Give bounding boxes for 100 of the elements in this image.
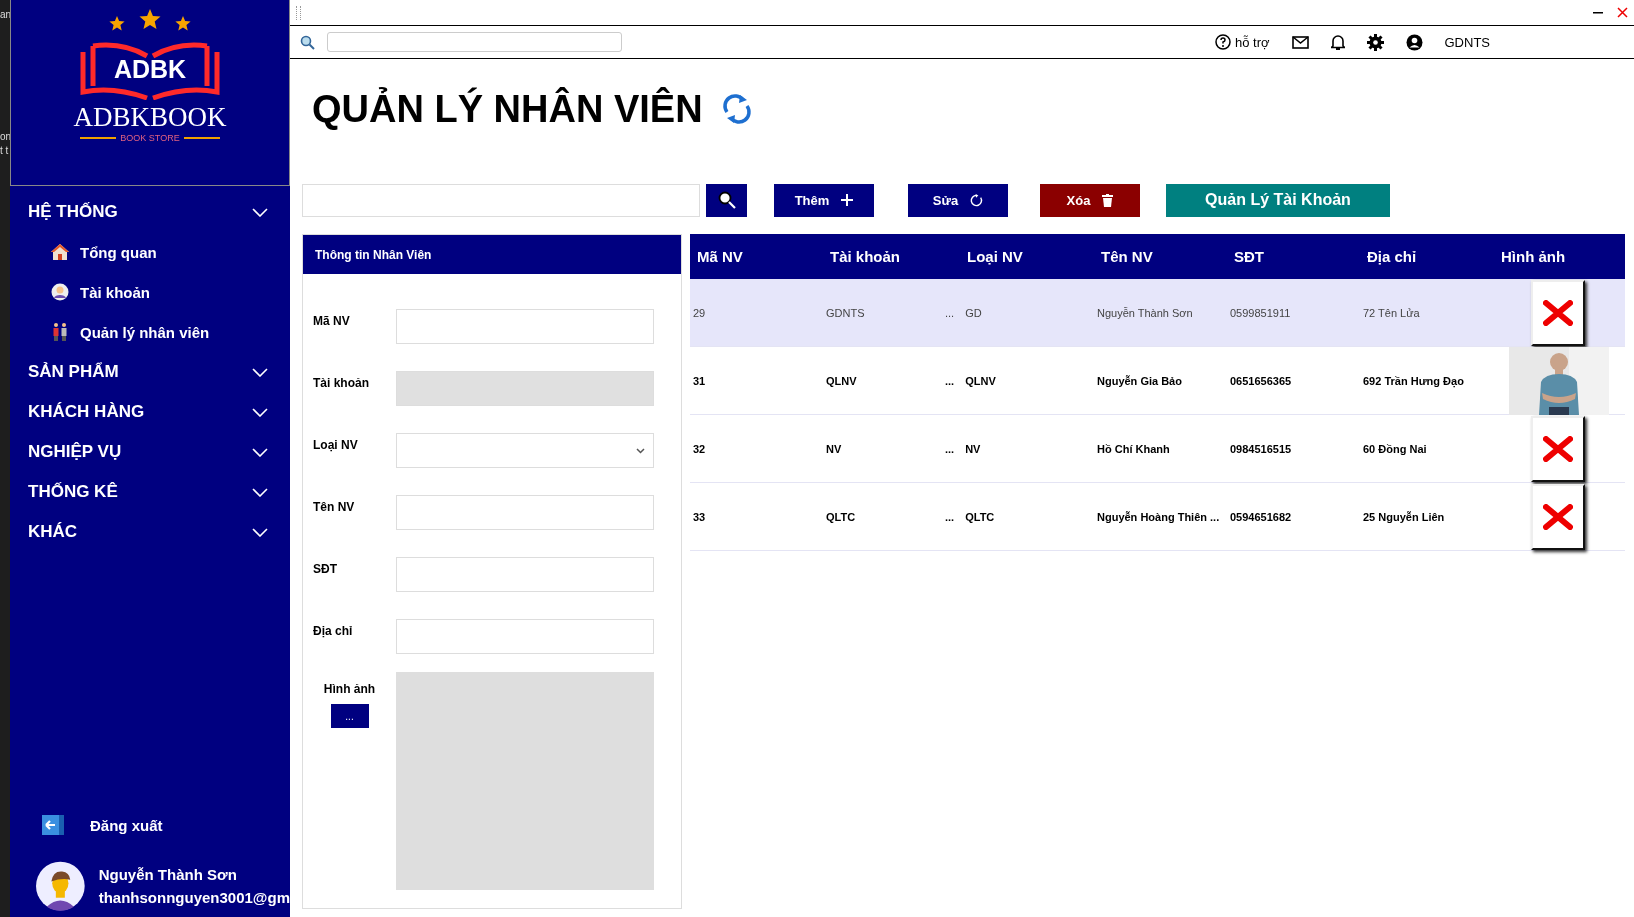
column-header[interactable]: Tên NV — [1094, 248, 1227, 265]
avatar-icon — [50, 283, 70, 301]
nav-section[interactable]: THỐNG KÊ — [10, 472, 290, 512]
chevron-down-icon — [252, 207, 268, 217]
table-cell-text: 0651656365 — [1229, 374, 1292, 387]
input-field[interactable] — [396, 557, 654, 592]
ellipsis-text: ... — [944, 510, 955, 523]
table-row[interactable]: 33 QLTC ... QLTC Nguyễn Hoàng Thiên ... 0594651682 25 Nguyễn Liên — [690, 483, 1625, 551]
table-cell-text: 25 Nguyễn Liên — [1362, 510, 1445, 523]
logout-button[interactable]: Đăng xuất — [10, 815, 290, 835]
delete-button[interactable]: Xóa — [1040, 183, 1140, 217]
table-cell-text: QLTC — [964, 510, 995, 523]
column-header[interactable]: SĐT — [1227, 248, 1360, 265]
table-cell-text: GDNTS — [825, 306, 865, 319]
table-cell-text: 72 Tên Lửa — [1362, 306, 1420, 319]
chevron-down-icon — [252, 487, 268, 497]
broken-image-icon — [1531, 483, 1585, 550]
table-cell-text: 692 Trần Hưng Đạo — [1362, 374, 1464, 387]
user-email: thanhsonnguyen3001@gm — [98, 889, 290, 906]
table-row[interactable]: 32 NV ... NV Hồ Chí Khanh 0984516515 60 Đồng Nai — [690, 415, 1625, 483]
search-field[interactable] — [327, 32, 622, 52]
field-label: Mã NV — [313, 313, 351, 330]
house-icon — [50, 243, 70, 261]
chevron-down-icon — [252, 367, 268, 377]
accounts-button[interactable]: Quản Lý Tài Khoản — [1166, 183, 1390, 217]
chevron-down-icon — [636, 447, 645, 454]
table-row[interactable]: 31 QLNV ... QLNV Nguyễn Gia Bảo 0651656365 692 Trần Hưng Đạo — [690, 347, 1625, 415]
broken-image-icon — [1531, 415, 1585, 482]
nav-section[interactable]: KHÁCH HÀNG — [10, 392, 290, 432]
table-cell-text: Hồ Chí Khanh — [1096, 442, 1170, 455]
username-label[interactable]: GDNTS — [1444, 34, 1490, 50]
chevron-down-icon — [252, 447, 268, 457]
bell-icon[interactable] — [1330, 34, 1345, 50]
table-cell-text: 31 — [692, 374, 706, 387]
input-field[interactable] — [396, 619, 654, 654]
column-header[interactable]: Địa chỉ — [1360, 248, 1494, 265]
logo-name: ADBKBOOK — [73, 102, 227, 133]
trash-icon — [1102, 193, 1114, 207]
user-avatar-icon — [36, 859, 85, 913]
chevron-down-icon — [252, 527, 268, 537]
nav-section[interactable]: KHÁC — [10, 512, 290, 552]
table-cell-text: 33 — [692, 510, 706, 523]
browse-button[interactable]: ... — [330, 704, 369, 728]
edit-button[interactable]: Sửa — [908, 183, 1008, 217]
settings-icon[interactable] — [1366, 33, 1384, 51]
nav-item[interactable]: Tài khoản — [10, 272, 290, 312]
search-button[interactable] — [706, 183, 747, 217]
account-icon[interactable] — [1405, 33, 1423, 51]
column-header[interactable]: Hình ảnh — [1494, 248, 1625, 265]
refresh-icon[interactable] — [720, 93, 753, 125]
broken-image-icon — [1531, 279, 1585, 346]
table-cell-text: Nguyễn Thành Sơn — [1096, 306, 1193, 319]
search-icon — [717, 191, 736, 209]
window-fragment-text: t t — [0, 144, 10, 158]
search-field[interactable] — [302, 183, 700, 217]
close-icon[interactable] — [1617, 7, 1628, 18]
table-cell-text: 60 Đồng Nai — [1362, 442, 1427, 455]
column-header[interactable]: Mã NV — [690, 248, 823, 265]
table-row[interactable]: 29 GDNTS ... GD Nguyễn Thành Sơn 0599851911 72 Tên Lửa — [690, 279, 1625, 347]
nav-item[interactable]: Quản lý nhân viên — [10, 312, 290, 352]
nav-section[interactable]: HỆ THỐNG — [10, 192, 290, 232]
refresh-icon — [970, 193, 984, 207]
field-label: Loại NV — [313, 437, 359, 454]
table-cell-text: QLNV — [964, 374, 996, 387]
help-icon — [1214, 34, 1231, 50]
nav-item[interactable]: Tổng quan — [10, 232, 290, 272]
table-cell-text: Nguyễn Gia Bảo — [1096, 374, 1182, 387]
ellipsis-text: ... — [944, 306, 955, 319]
table-cell-text: 0594651682 — [1229, 510, 1292, 523]
table-cell-text: 29 — [692, 306, 706, 319]
plus-icon — [841, 194, 854, 206]
logo-tagline: BOOK STORE — [120, 133, 180, 143]
column-header[interactable]: Loại NV — [960, 248, 1094, 265]
form-header: Thông tin Nhân Viên — [303, 235, 681, 274]
input-field[interactable] — [396, 309, 654, 344]
ellipsis-text: ... — [944, 374, 955, 387]
user-name: Nguyễn Thành Sơn — [98, 866, 238, 883]
table-cell-text: 0984516515 — [1229, 442, 1292, 455]
field-label: Hình ảnh — [323, 681, 376, 696]
window-fragment-text: an — [0, 8, 10, 22]
field-label: SĐT — [313, 561, 338, 578]
minimize-icon[interactable] — [1593, 11, 1603, 14]
table-cell-text: GD — [964, 306, 982, 319]
mail-icon[interactable] — [1291, 35, 1309, 49]
search-icon[interactable] — [300, 34, 315, 50]
help-link[interactable]: hỗ trợ — [1214, 34, 1270, 50]
table-cell-text: NV — [964, 442, 981, 455]
logo-mark: ADBK — [113, 54, 187, 84]
field-label: Tên NV — [313, 499, 356, 516]
table-cell-text: QLNV — [825, 374, 857, 387]
column-header[interactable]: Tài khoản — [823, 248, 960, 265]
input-field[interactable] — [396, 371, 654, 406]
dropdown-field[interactable] — [396, 433, 654, 468]
add-button[interactable]: Thêm — [774, 183, 874, 217]
nav-section[interactable]: NGHIỆP VỤ — [10, 432, 290, 472]
input-field[interactable] — [396, 495, 654, 530]
table-cell-text: 32 — [692, 442, 706, 455]
nav-section[interactable]: SẢN PHẨM — [10, 352, 290, 392]
window-fragment-text: on — [0, 130, 10, 144]
logout-icon — [42, 815, 64, 835]
